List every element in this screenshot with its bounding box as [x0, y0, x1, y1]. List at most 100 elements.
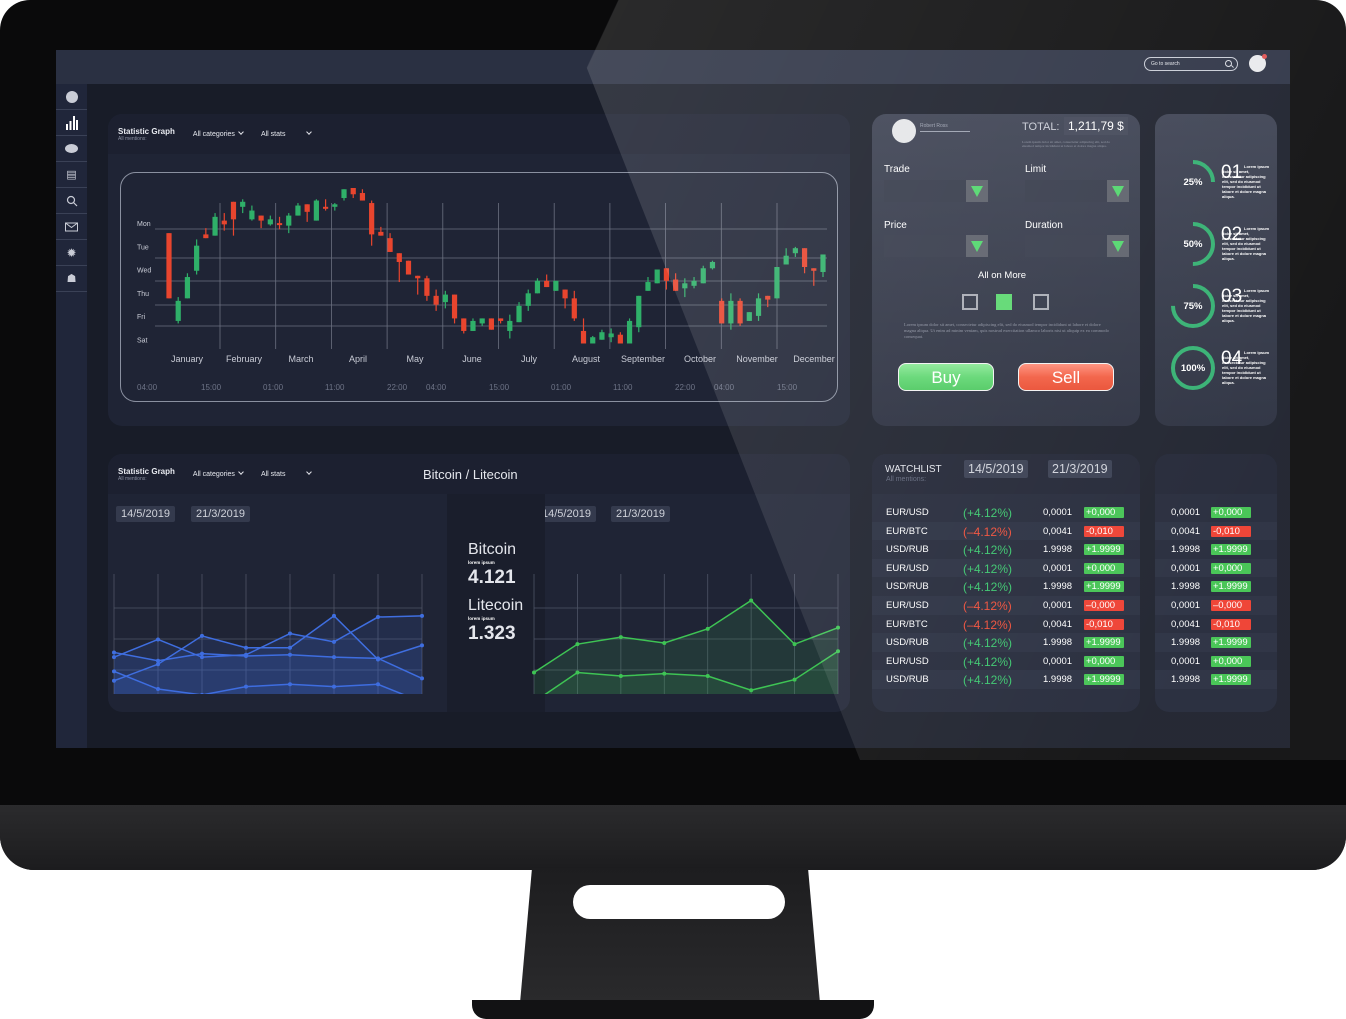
watchlist-extra-row[interactable]: 0,0001 +0,000 — [1155, 558, 1277, 578]
watchlist-row[interactable]: EUR/USD (–4.12%) 0,0001 –0,000 — [872, 596, 1140, 615]
bitcoin-label: Bitcoin — [468, 541, 517, 558]
percent-change: (+4.12%) — [963, 506, 1013, 520]
option-checkbox-1[interactable] — [962, 294, 978, 310]
candle — [792, 246, 798, 257]
total-value: 1,211,79 $ — [1064, 117, 1128, 135]
data-point — [112, 650, 116, 655]
litecoin-area-chart — [532, 574, 840, 694]
rate-value: 0,0001 — [1171, 655, 1201, 667]
date-chip[interactable]: 14/5/2019 — [964, 460, 1028, 478]
percent-change: (–4.12%) — [963, 617, 1012, 632]
watchlist-title: WATCHLIST — [885, 464, 942, 475]
candle — [313, 199, 319, 221]
watchlist-extra-row[interactable]: 1.9998 +1.9999 — [1155, 633, 1277, 652]
date-chip[interactable]: 14/5/2019 — [116, 506, 175, 522]
buy-button[interactable]: Buy — [898, 363, 994, 391]
watchlist-row[interactable]: EUR/BTC (–4.12%) 0,0041 -0,010 — [872, 521, 1140, 541]
candle — [286, 213, 292, 234]
option-checkbox-3[interactable] — [1033, 294, 1049, 310]
categories-dropdown[interactable]: All categories — [193, 128, 244, 138]
watchlist-extra-row[interactable]: 1.9998 +1.9999 — [1155, 670, 1277, 689]
watchlist-row[interactable]: EUR/USD (+4.12%) 0,0001 +0,000 — [872, 503, 1140, 522]
date-chip[interactable]: 21/3/2019 — [191, 506, 250, 522]
duration-select[interactable] — [1025, 235, 1129, 257]
litecoin-label: Litecoin — [468, 597, 524, 614]
watchlist-row[interactable]: USD/RUB (+4.12%) 1.9998 +1.9999 — [872, 633, 1140, 652]
limit-select[interactable] — [1025, 180, 1129, 202]
price-select[interactable] — [884, 235, 988, 257]
coin-panel-title: Bitcoin / Litecoin — [423, 467, 518, 482]
candle — [461, 318, 467, 334]
sidebar-item-messages[interactable] — [56, 136, 87, 162]
user-circle-icon — [65, 90, 78, 103]
watchlist-extra-row[interactable]: 0,0041 -0,010 — [1155, 615, 1277, 634]
delta-badge: -0,010 — [1084, 618, 1124, 630]
candle — [525, 289, 531, 311]
date-chip[interactable]: 21/3/2019 — [611, 506, 670, 522]
profile-avatar-icon — [892, 119, 916, 143]
sidebar-item-users[interactable]: ☗ — [56, 266, 87, 292]
dropdown-arrow-icon[interactable] — [966, 180, 988, 202]
sidebar-item-mail[interactable] — [56, 214, 87, 240]
watchlist-extra-row[interactable]: 0,0001 +0,000 — [1155, 503, 1277, 522]
categories-dropdown-label: All categories — [192, 470, 235, 478]
time-label: 22:00 — [387, 383, 408, 392]
sidebar-item-statistics[interactable] — [56, 110, 87, 136]
search-input[interactable]: Go to search — [1144, 57, 1238, 71]
search-icon[interactable] — [1225, 60, 1232, 67]
watchlist-row[interactable]: USD/RUB (+4.12%) 1.9998 +1.9999 — [872, 540, 1140, 559]
rate-value: 1.9998 — [1171, 544, 1201, 556]
watchlist-panel: WATCHLIST All mentions: 14/5/2019 21/3/2… — [872, 454, 1140, 712]
search-icon — [66, 195, 77, 206]
watchlist-row[interactable]: USD/RUB (+4.12%) 1.9998 +1.9999 — [872, 670, 1140, 689]
delta-badge: +0,000 — [1211, 507, 1251, 518]
time-label: 11:00 — [613, 383, 633, 392]
dropdown-arrow-icon[interactable] — [966, 235, 988, 257]
watchlist-extra-row[interactable]: 0,0001 +0,000 — [1155, 652, 1277, 671]
dropdown-arrow-icon[interactable] — [1107, 180, 1129, 202]
watchlist-row[interactable]: EUR/USD (+4.12%) 0,0001 +0,000 — [872, 652, 1140, 671]
data-point — [705, 674, 710, 679]
candle — [700, 265, 706, 284]
watchlist-extra-row[interactable]: 0,0001 –0,000 — [1155, 596, 1277, 615]
sidebar-item-profile[interactable] — [56, 84, 87, 110]
watchlist-row[interactable]: EUR/BTC (–4.12%) 0,0041 -0,010 — [872, 615, 1140, 634]
candle — [801, 248, 808, 274]
percent-change: (+4.12%) — [963, 561, 1013, 576]
sidebar-item-table[interactable]: ▤ — [56, 162, 87, 188]
x-tick-label: March — [288, 354, 313, 364]
categories-dropdown[interactable]: All categories — [192, 468, 244, 478]
sidebar-item-search[interactable] — [56, 188, 87, 214]
duration-label: Duration — [1025, 220, 1063, 231]
bar-chart-icon — [65, 115, 78, 130]
rate-value: 1.9998 — [1043, 581, 1073, 593]
candle — [479, 318, 485, 326]
user-name: Robert Ross — [920, 123, 948, 129]
user-avatar-icon[interactable] — [1249, 54, 1267, 72]
dropdown-arrow-icon[interactable] — [1107, 235, 1129, 257]
percent-change: (–4.12%) — [963, 524, 1012, 539]
watchlist-extra-row[interactable]: 0,0041 -0,010 — [1155, 521, 1277, 541]
sidebar-item-settings[interactable]: ✹ — [56, 240, 87, 266]
chevron-down-icon — [238, 468, 244, 475]
watchlist-row[interactable]: EUR/USD (+4.12%) 0,0001 +0,000 — [872, 558, 1140, 578]
date-chip[interactable]: 14/5/2019 — [537, 506, 596, 522]
candle — [636, 295, 642, 333]
sell-button[interactable]: Sell — [1018, 363, 1114, 391]
candle — [249, 205, 255, 221]
date-chip[interactable]: 21/3/2019 — [1048, 460, 1112, 478]
stats-dropdown[interactable]: All stats — [261, 468, 313, 478]
panel-subtitle: All mentions: — [118, 135, 147, 142]
rate-value: 1.9998 — [1171, 581, 1201, 593]
rate-value: 0,0041 — [1171, 618, 1201, 630]
watchlist-row[interactable]: USD/RUB (+4.12%) 1.9998 +1.9999 — [872, 577, 1140, 596]
trade-select[interactable] — [884, 180, 988, 202]
watchlist-extra-row[interactable]: 1.9998 +1.9999 — [1155, 577, 1277, 596]
data-point — [112, 669, 116, 674]
litecoin-sub: lorem ipsum — [468, 616, 495, 621]
option-checkbox-2[interactable] — [996, 294, 1012, 310]
stats-dropdown[interactable]: All stats — [261, 128, 313, 138]
rate-value: 0,0001 — [1043, 655, 1073, 667]
total-description: Lorem ipsum dolor sit amet, consectetur … — [1022, 140, 1110, 148]
watchlist-extra-row[interactable]: 1.9998 +1.9999 — [1155, 540, 1277, 559]
